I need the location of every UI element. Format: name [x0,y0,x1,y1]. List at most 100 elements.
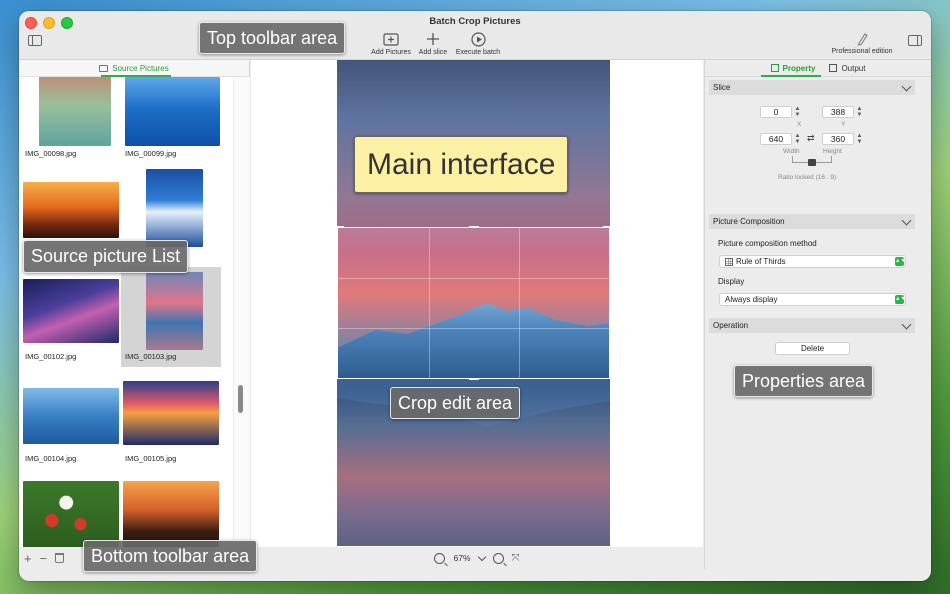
add-icon[interactable]: + [24,551,32,566]
window-title: Batch Crop Pictures [429,16,521,27]
scrollbar-thumb[interactable] [238,385,243,413]
play-icon [453,29,503,49]
grid-icon [725,257,733,266]
swap-icon[interactable]: ⇄ [807,133,815,144]
lock-icon[interactable] [808,159,816,166]
y-label: Y [841,121,846,128]
delete-button[interactable]: Delete [775,342,850,355]
tab-property[interactable]: Property [770,63,816,73]
tab-source-pictures-label: Source Pictures [112,63,169,73]
operation-section-header[interactable]: Operation [709,318,915,333]
tab-property-label: Property [782,63,816,73]
thumbnail [23,182,119,238]
add-slice-button[interactable]: Add slice [415,29,451,56]
composition-header-label: Picture Composition [713,217,785,226]
app-window: Batch Crop Pictures Add Pictures Add sli… [19,11,931,581]
height-field[interactable]: 360 [822,133,854,145]
chevron-down-icon [901,319,912,330]
inspector-toggle-icon[interactable] [908,35,922,46]
add-slice-label: Add slice [418,49,448,56]
width-label: Width [783,148,800,155]
source-image [337,60,610,546]
crop-box[interactable] [337,226,610,380]
width-stepper[interactable]: ▲ ▼ [794,133,801,145]
list-item[interactable]: IMG_00102.jpg [21,267,121,367]
crop-edit-area[interactable] [251,60,703,547]
execute-batch-button[interactable]: Execute batch [453,29,503,56]
add-pictures-button[interactable]: Add Pictures [369,29,413,56]
list-item[interactable]: IMG_00098.jpg [21,77,121,164]
y-field[interactable]: 388 [822,106,854,118]
tab-underline [761,75,821,77]
grid-line [338,278,609,279]
callout-top-toolbar: Top toolbar area [199,22,346,54]
x-label: X [797,121,802,128]
thumbnail [23,279,119,343]
crop-handle[interactable] [337,226,344,228]
composition-method-select[interactable]: Rule of Thirds ▲▼ [719,255,906,268]
thumbnail [23,388,119,444]
crop-handle[interactable] [337,298,338,308]
slice-header-label: Slice [713,83,731,92]
list-item[interactable] [21,471,121,547]
list-item-name: IMG_00105.jpg [125,454,177,463]
x-field[interactable]: 0 [760,106,792,118]
thumbnail [123,381,219,445]
crop-handle[interactable] [603,226,610,228]
composition-method-label: Picture composition method [718,239,817,248]
fit-screen-icon[interactable]: ⤧ [512,553,520,564]
property-icon [770,64,779,72]
professional-edition-label: Professional edition [831,48,893,55]
chevron-down-icon [901,215,912,226]
grid-line [338,328,609,329]
sidebar-toggle-icon[interactable] [28,35,42,46]
scrollbar[interactable] [233,77,250,547]
tab-source-pictures[interactable]: Source Pictures [19,60,249,77]
properties-panel: Property Output Slice 0 ▲ ▼ 388 ▲ ▼ X Y 64… [704,60,931,569]
trash-icon[interactable] [55,553,65,563]
thumbnail [146,272,203,350]
crop-handle[interactable] [469,378,479,380]
toolbar: Batch Crop Pictures Add Pictures Add sli… [19,11,931,60]
list-item[interactable]: IMG_00104.jpg [21,369,121,469]
source-picture-list[interactable]: IMG_00098.jpg IMG_00099.jpg IMG_00102.jp… [19,77,233,547]
display-select[interactable]: Always display ▲▼ [719,293,906,306]
list-item[interactable]: IMG_00105.jpg [121,369,221,469]
width-field[interactable]: 640 [760,133,792,145]
plus-icon [415,29,451,49]
remove-icon[interactable]: − [40,551,48,566]
tab-output[interactable]: Output [829,64,865,73]
slice-section-header[interactable]: Slice [709,80,915,95]
thumbnail [125,77,220,146]
source-pictures-panel: Source Pictures IMG_00098.jpg IMG_00099.… [19,60,250,547]
list-item[interactable] [121,471,221,547]
height-stepper[interactable]: ▲ ▼ [856,133,863,145]
x-stepper[interactable]: ▲ ▼ [794,106,801,118]
execute-batch-label: Execute batch [455,49,501,56]
inspector-tabs: Property Output [705,60,931,77]
y-stepper[interactable]: ▲ ▼ [856,106,863,118]
zoom-value[interactable]: 67% [453,553,470,563]
popup-arrows-icon: ▲▼ [895,295,906,304]
callout-crop-edit: Crop edit area [390,387,521,419]
callout-bottom-toolbar: Bottom toolbar area [83,540,258,572]
zoom-out-icon[interactable] [492,552,504,564]
composition-method-value: Rule of Thirds [736,257,786,266]
crop-handle[interactable] [609,298,610,308]
zoom-bar: 67% ⤧ [251,547,703,569]
list-item-selected[interactable]: IMG_00103.jpg [121,267,221,367]
export-icon [829,64,838,72]
zoom-in-icon[interactable] [434,552,446,564]
picture-icon [99,64,109,72]
thumbnail [123,481,219,547]
chevron-down-icon [901,81,912,92]
popup-arrows-icon: ▲▼ [895,257,906,266]
professional-edition-button[interactable]: Professional edition [827,32,897,55]
crop-handle[interactable] [469,226,479,228]
ratio-locked-text: Ratio locked (16 : 9) [778,174,837,181]
list-item[interactable]: IMG_00099.jpg [121,77,221,164]
list-item-name: IMG_00103.jpg [125,352,177,361]
composition-section-header[interactable]: Picture Composition [709,214,915,229]
height-label: Height [823,148,842,155]
chevron-down-icon[interactable] [477,552,486,561]
